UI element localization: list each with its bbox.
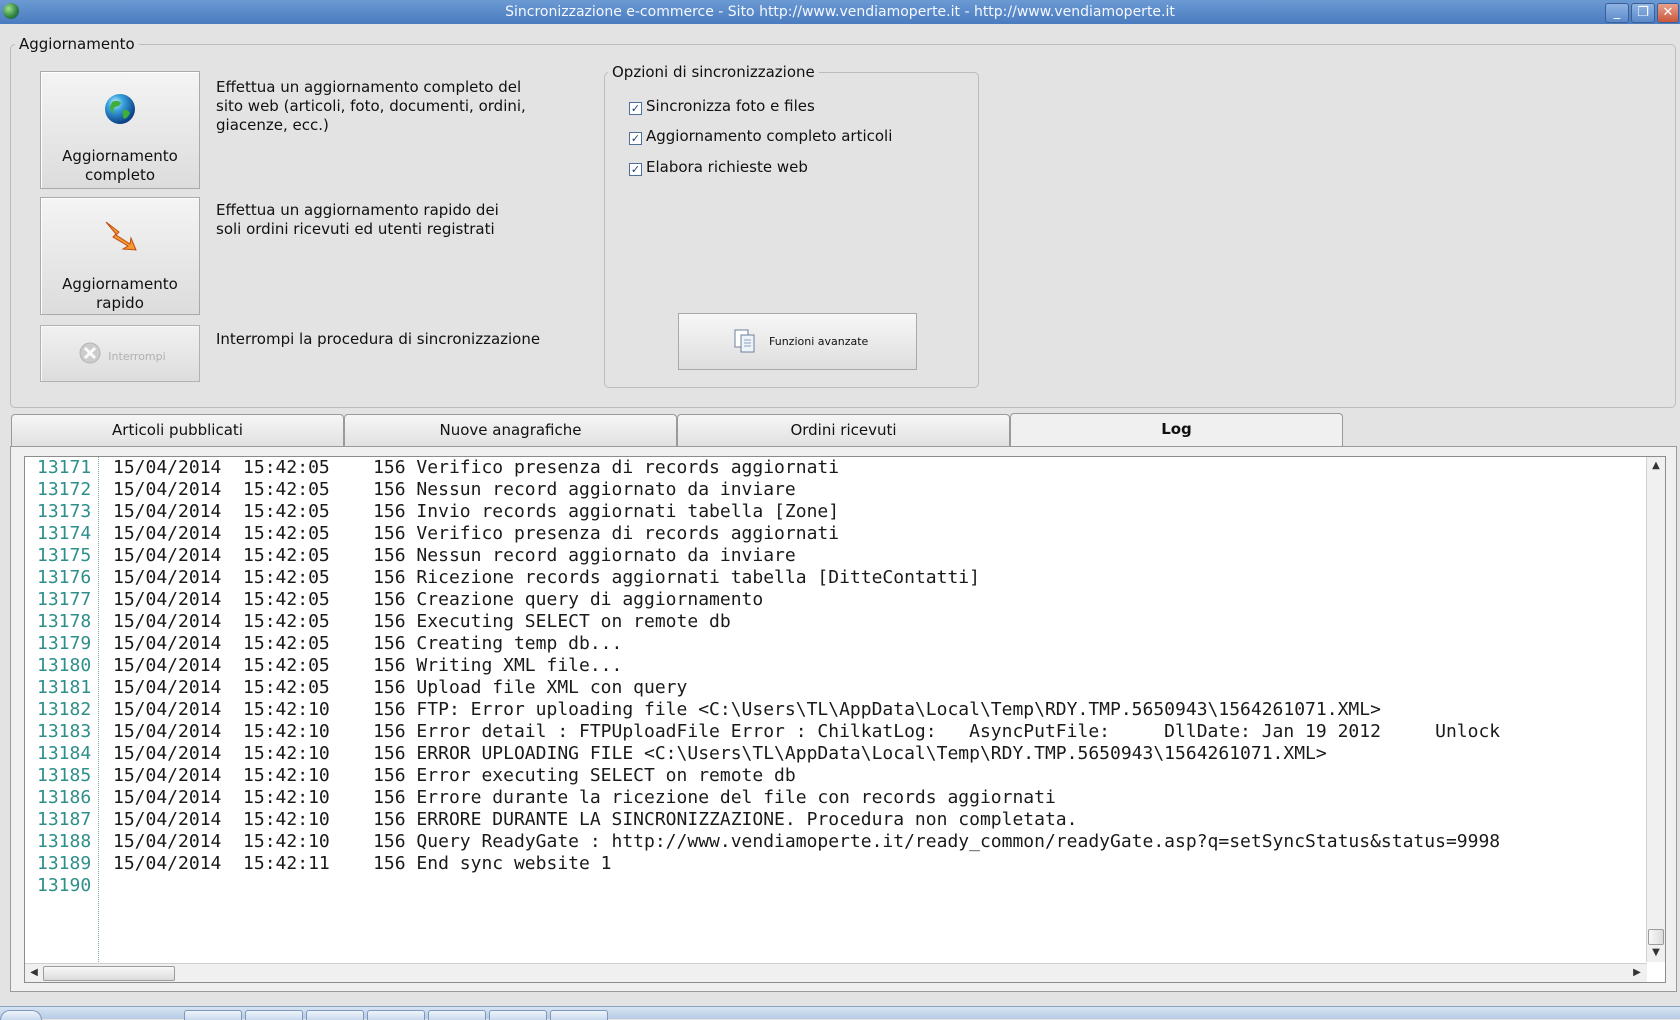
log-view[interactable]: 13171 15/04/2014 15:42:05 156 Verifico pr…: [24, 456, 1666, 983]
log-line-number: 13182: [37, 699, 92, 720]
checkbox-checked-icon[interactable]: ✓: [629, 102, 642, 115]
log-line-number: 13171: [37, 457, 92, 478]
log-line-text: 15/04/2014 15:42:05 156 Verifico presenz…: [113, 523, 840, 544]
taskbar-button[interactable]: [489, 1010, 547, 1020]
option-label: Elabora richieste web: [646, 158, 808, 176]
log-line-number: 13187: [37, 809, 92, 830]
advanced-functions-button[interactable]: Funzioni avanzate: [678, 313, 917, 370]
log-line-text: 15/04/2014 15:42:10 156 Error executing …: [113, 765, 796, 786]
advanced-functions-label: Funzioni avanzate: [769, 335, 869, 348]
log-line-text: 15/04/2014 15:42:05 156 Writing XML file…: [113, 655, 623, 676]
checkbox-checked-icon[interactable]: ✓: [629, 132, 642, 145]
tab-nuove-anagrafiche[interactable]: Nuove anagrafiche: [344, 414, 677, 446]
minimize-button[interactable]: _: [1605, 3, 1629, 23]
log-line-number: 13175: [37, 545, 92, 566]
scroll-right-icon[interactable]: ▶: [1629, 965, 1645, 981]
sync-options-legend: Opzioni di sincronizzazione: [608, 63, 819, 81]
taskbar-button[interactable]: [428, 1010, 486, 1020]
log-line-text: 15/04/2014 15:42:10 156 Query ReadyGate …: [113, 831, 1501, 852]
close-button[interactable]: ✕: [1657, 3, 1679, 23]
restore-button[interactable]: ❐: [1631, 3, 1655, 23]
option-full-articles[interactable]: ✓ Aggiornamento completo articoli: [629, 127, 892, 145]
log-line-number: 13178: [37, 611, 92, 632]
quick-update-label-1: Aggiornamento: [62, 275, 178, 293]
horizontal-scroll-thumb[interactable]: [43, 966, 175, 981]
vertical-scrollbar[interactable]: ▲ ▼: [1646, 457, 1665, 962]
tab-articoli-pubblicati[interactable]: Articoli pubblicati: [11, 414, 344, 446]
full-update-desc-line: Effettua un aggiornamento completo del: [216, 78, 522, 96]
scroll-left-icon[interactable]: ◀: [26, 965, 42, 981]
log-line-number: 13185: [37, 765, 92, 786]
stop-description: Interrompi la procedura di sincronizzazi…: [216, 330, 541, 348]
option-label: Sincronizza foto e files: [646, 97, 815, 115]
full-update-button[interactable]: Aggiornamento completo: [40, 71, 200, 189]
log-line-text: 15/04/2014 15:42:10 156 ERROR UPLOADING …: [113, 743, 1327, 764]
log-line-text: 15/04/2014 15:42:05 156 Invio records ag…: [113, 501, 840, 522]
log-line-number: 13179: [37, 633, 92, 654]
log-line-number: 13176: [37, 567, 92, 588]
full-update-description: Effettua un aggiornamento completo del s…: [216, 78, 526, 135]
full-update-label-2: completo: [84, 166, 155, 184]
log-line-text: 15/04/2014 15:42:05 156 Upload file XML …: [113, 677, 688, 698]
taskbar-button[interactable]: [245, 1010, 303, 1020]
option-label: Aggiornamento completo articoli: [646, 127, 893, 145]
log-line-number: 13184: [37, 743, 92, 764]
log-line-text: 15/04/2014 15:42:05 156 Nessun record ag…: [113, 545, 796, 566]
quick-update-desc-line: soli ordini ricevuti ed utenti registrat…: [216, 220, 495, 238]
stop-label: Interrompi: [108, 350, 166, 363]
log-line-number: 13172: [37, 479, 92, 500]
scroll-up-icon[interactable]: ▲: [1648, 458, 1664, 474]
update-group-legend: Aggiornamento: [15, 35, 139, 53]
log-line-text: 15/04/2014 15:42:05 156 Executing SELECT…: [113, 611, 731, 632]
lightning-arrow-icon: [105, 221, 137, 251]
documents-icon: [734, 329, 755, 353]
log-line-text: 15/04/2014 15:42:05 156 Nessun record ag…: [113, 479, 796, 500]
log-line-number: 13190: [37, 875, 92, 896]
log-line-number: 13189: [37, 853, 92, 874]
log-line-text: 15/04/2014 15:42:05 156 Ricezione record…: [113, 567, 980, 588]
log-line-number: 13177: [37, 589, 92, 610]
horizontal-scrollbar[interactable]: ◀ ▶: [25, 963, 1647, 982]
full-update-label-1: Aggiornamento: [62, 147, 178, 165]
option-web-requests[interactable]: ✓ Elabora richieste web: [629, 158, 808, 176]
quick-update-desc-line: Effettua un aggiornamento rapido dei: [216, 201, 499, 219]
log-line-text: 15/04/2014 15:42:11 156 End sync website…: [113, 853, 612, 874]
globe-icon: [105, 94, 135, 124]
window-title: Sincronizzazione e-commerce - Sito http:…: [505, 4, 1175, 20]
title-bar: Sincronizzazione e-commerce - Sito http:…: [0, 0, 1680, 24]
log-line-text: 15/04/2014 15:42:05 156 Creating temp db…: [113, 633, 623, 654]
quick-update-description: Effettua un aggiornamento rapido dei sol…: [216, 201, 499, 239]
start-button[interactable]: [0, 1010, 42, 1020]
log-lines: 13171 15/04/2014 15:42:05 156 Verifico pr…: [25, 457, 1645, 962]
full-update-desc-line: sito web (articoli, foto, documenti, ord…: [216, 97, 526, 115]
taskbar-button[interactable]: [367, 1010, 425, 1020]
log-line-number: 13186: [37, 787, 92, 808]
option-sync-photos[interactable]: ✓ Sincronizza foto e files: [629, 97, 815, 115]
taskbar: [0, 1006, 1680, 1020]
quick-update-label-2: rapido: [96, 294, 144, 312]
log-line-text: 15/04/2014 15:42:05 156 Creazione query …: [113, 589, 764, 610]
log-line-number: 13174: [37, 523, 92, 544]
scroll-down-icon[interactable]: ▼: [1648, 945, 1664, 961]
log-line-text: 15/04/2014 15:42:10 156 Errore durante l…: [113, 787, 1056, 808]
tab-log[interactable]: Log: [1010, 413, 1343, 447]
log-line-text: 15/04/2014 15:42:10 156 FTP: Error uploa…: [113, 699, 1381, 720]
taskbar-button[interactable]: [306, 1010, 364, 1020]
checkbox-checked-icon[interactable]: ✓: [629, 163, 642, 176]
log-line-number: 13183: [37, 721, 92, 742]
log-line-text: 15/04/2014 15:42:05 156 Verifico presenz…: [113, 457, 840, 478]
taskbar-button[interactable]: [550, 1010, 608, 1020]
log-line-number: 13173: [37, 501, 92, 522]
quick-update-button[interactable]: Aggiornamento rapido: [40, 197, 200, 315]
log-line-number: 13181: [37, 677, 92, 698]
taskbar-button[interactable]: [184, 1010, 242, 1020]
full-update-desc-line: giacenze, ecc.): [216, 116, 329, 134]
tab-ordini-ricevuti[interactable]: Ordini ricevuti: [677, 414, 1010, 446]
stop-button[interactable]: Interrompi: [40, 325, 200, 382]
log-line-text: 15/04/2014 15:42:10 156 ERRORE DURANTE L…: [113, 809, 1078, 830]
vertical-scroll-thumb[interactable]: [1648, 929, 1664, 945]
log-line-number: 13180: [37, 655, 92, 676]
log-line-number: 13188: [37, 831, 92, 852]
log-line-text: 15/04/2014 15:42:10 156 Error detail : F…: [113, 721, 1501, 742]
